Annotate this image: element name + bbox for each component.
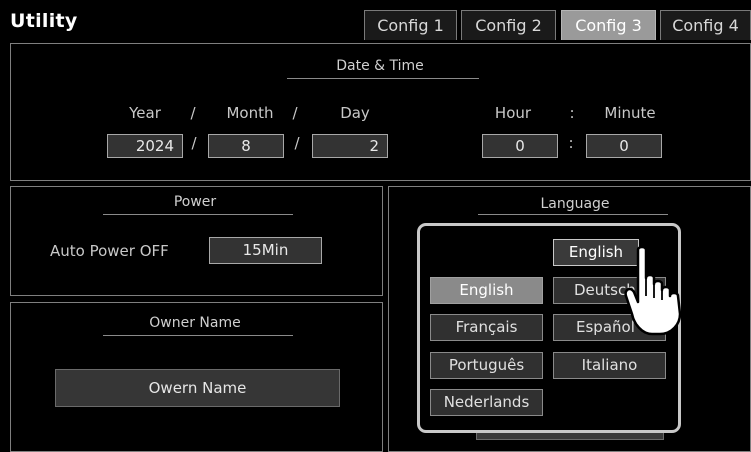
- language-option-portugues[interactable]: Português: [430, 352, 543, 379]
- tab-config-2[interactable]: Config 2: [461, 10, 556, 40]
- language-option-italiano[interactable]: Italiano: [553, 352, 666, 379]
- language-option-english[interactable]: English: [430, 277, 543, 304]
- tab-config-3[interactable]: Config 3: [561, 10, 656, 40]
- power-title-underline: [103, 214, 293, 215]
- slash-3: /: [191, 134, 197, 152]
- pointing-hand-icon: [622, 244, 702, 336]
- app-title: Utility: [10, 10, 78, 32]
- language-option-francais[interactable]: Français: [430, 314, 543, 341]
- owner-name-field[interactable]: Owern Name: [55, 369, 340, 407]
- owner-name-title: Owner Name: [149, 315, 241, 331]
- slash-4: /: [294, 134, 300, 152]
- auto-power-off-label: Auto Power OFF: [50, 242, 169, 260]
- hour-label: Hour: [494, 104, 532, 122]
- colon-label: :: [569, 104, 575, 122]
- day-label: Day: [340, 104, 370, 122]
- day-field[interactable]: 2: [312, 134, 388, 158]
- slash-1: /: [190, 104, 196, 122]
- hour-field[interactable]: 0: [482, 134, 558, 158]
- month-label: Month: [226, 104, 274, 122]
- tab-config-1[interactable]: Config 1: [364, 10, 457, 40]
- year-field[interactable]: 2024: [107, 134, 183, 158]
- date-time-title: Date & Time: [336, 58, 424, 74]
- date-time-title-underline: [287, 78, 479, 79]
- language-field-underlay: [476, 432, 664, 440]
- language-option-nederlands[interactable]: Nederlands: [430, 389, 543, 416]
- owner-name-title-underline: [103, 335, 293, 336]
- language-title-underline: [478, 214, 668, 215]
- month-field[interactable]: 8: [208, 134, 284, 158]
- minute-label: Minute: [604, 104, 656, 122]
- language-title: Language: [540, 196, 610, 212]
- power-title: Power: [173, 194, 217, 210]
- year-label: Year: [129, 104, 161, 122]
- slash-2: /: [292, 104, 298, 122]
- colon-separator: :: [568, 134, 574, 152]
- auto-power-off-field[interactable]: 15Min: [209, 237, 322, 264]
- tab-config-4[interactable]: Config 4: [660, 10, 751, 40]
- minute-field[interactable]: 0: [586, 134, 662, 158]
